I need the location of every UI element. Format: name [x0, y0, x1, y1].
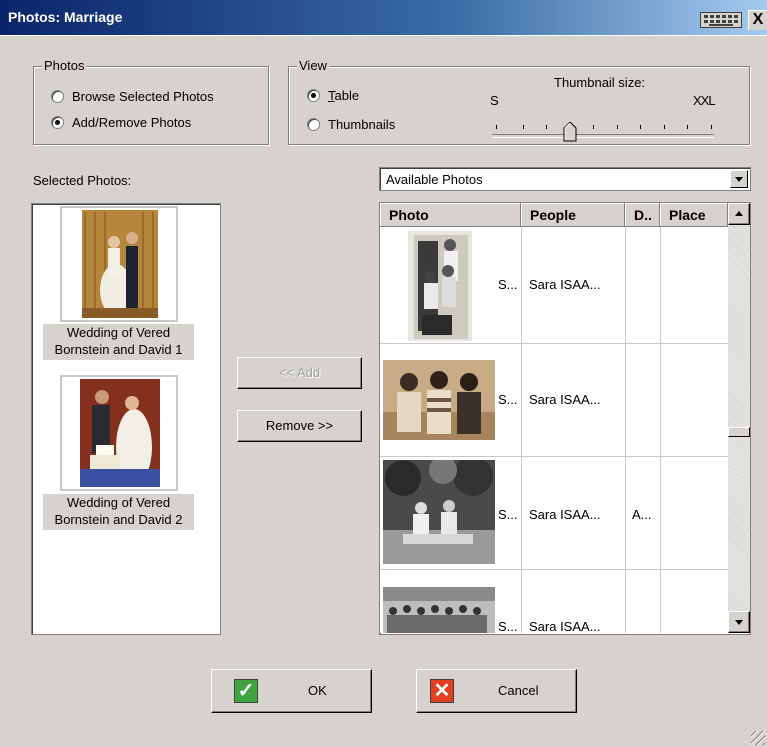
row-people: Sara ISAA... — [529, 507, 601, 522]
row-photo-thumbnail — [408, 231, 472, 341]
thumbnail-size-slider-thumb[interactable] — [563, 122, 577, 142]
column-header-place[interactable]: Place — [660, 203, 728, 227]
size-max-label: XXL — [693, 93, 716, 108]
slider-tick — [593, 125, 594, 129]
caption-line: Wedding of Vered — [66, 325, 171, 340]
ok-label: OK — [308, 683, 327, 698]
keyboard-icon[interactable] — [700, 12, 742, 28]
row-people: Sara ISAA... — [529, 277, 601, 292]
slider-tick — [546, 125, 547, 129]
photos-group-legend: Photos — [42, 58, 87, 73]
row-photo-text: S... — [498, 392, 518, 407]
grid-line — [380, 456, 728, 457]
row-photo-thumbnail — [383, 360, 495, 440]
size-min-label: S — [490, 93, 499, 108]
window-title: Photos: Marriage — [8, 9, 123, 25]
thumbnails-label: Thumbnails — [328, 117, 396, 132]
browse-selected-radio-dot[interactable] — [51, 90, 64, 103]
browse-selected-radio[interactable]: Browse Selected Photos — [51, 89, 214, 104]
selected-caption-2[interactable]: Wedding of Vered Bornstein and David 2 — [43, 494, 194, 530]
row-date: A... — [632, 507, 652, 522]
resize-grip[interactable] — [751, 731, 765, 745]
grid-line — [521, 227, 522, 633]
selected-caption-1[interactable]: Wedding of Vered Bornstein and David 1 — [43, 324, 194, 360]
chevron-up-icon — [735, 211, 743, 216]
photos-group: Photos — [33, 58, 269, 145]
selected-photo-thumb-2[interactable] — [60, 375, 178, 491]
ok-button[interactable]: ✓ OK — [211, 669, 372, 713]
available-photos-combo[interactable]: Available Photos — [379, 167, 751, 191]
add-remove-radio-dot[interactable] — [51, 116, 64, 129]
slider-tick — [496, 125, 497, 129]
selected-photo-thumb-1[interactable] — [60, 206, 178, 322]
grid-line — [380, 343, 728, 344]
scroll-down-button[interactable] — [728, 611, 750, 633]
row-photo-text: S... — [498, 277, 518, 292]
checkmark-icon: ✓ — [234, 679, 258, 703]
thumbnail-size-label: Thumbnail size: — [554, 75, 646, 90]
grid-line — [625, 227, 626, 633]
caption-line: Bornstein and David 1 — [54, 342, 183, 357]
available-photos-grid[interactable]: Photo People D.. Place S... Sara ISAA... — [380, 203, 728, 633]
caption-line: Wedding of Vered — [66, 495, 171, 510]
column-header-photo[interactable]: Photo — [380, 203, 521, 227]
row-people: Sara ISAA... — [529, 619, 601, 633]
wedding-couple-photo — [82, 210, 158, 318]
slider-tick — [523, 125, 524, 129]
slider-tick — [617, 125, 618, 129]
x-icon: ✕ — [430, 679, 454, 703]
table-label: Table — [328, 88, 359, 103]
slider-tick — [711, 125, 712, 129]
view-group-legend: View — [297, 58, 329, 73]
table-vertical-scrollbar[interactable] — [728, 203, 750, 633]
chevron-down-icon — [735, 177, 743, 182]
add-remove-radio[interactable]: Add/Remove Photos — [51, 115, 191, 130]
column-header-people[interactable]: People — [521, 203, 625, 227]
add-button[interactable]: << Add — [237, 357, 362, 389]
thumbnails-radio-dot[interactable] — [307, 118, 320, 131]
close-button[interactable]: X — [748, 10, 767, 30]
title-bar: Photos: Marriage X — [0, 0, 767, 36]
combo-dropdown-button[interactable] — [730, 170, 748, 188]
cake-cutting-photo — [80, 379, 160, 487]
slider-tick — [687, 125, 688, 129]
cancel-label: Cancel — [498, 683, 539, 698]
row-photo-thumbnail — [383, 587, 495, 633]
table-radio[interactable]: Table — [307, 88, 359, 103]
cancel-button[interactable]: ✕ Cancel — [416, 669, 577, 713]
table-radio-dot[interactable] — [307, 89, 320, 102]
row-photo-text: S... — [498, 507, 518, 522]
available-photos-value: Available Photos — [386, 172, 483, 187]
browse-selected-label: Browse Selected Photos — [72, 89, 214, 104]
grid-line — [660, 227, 661, 633]
chevron-down-icon — [735, 620, 743, 625]
remove-button[interactable]: Remove >> — [237, 410, 362, 442]
slider-tick — [640, 125, 641, 129]
add-remove-label: Add/Remove Photos — [72, 115, 192, 130]
selected-photos-list[interactable]: Wedding of Vered Bornstein and David 1 W… — [31, 203, 221, 635]
row-people: Sara ISAA... — [529, 392, 601, 407]
slider-tick — [664, 125, 665, 129]
caption-line: Bornstein and David 2 — [54, 512, 183, 527]
scroll-up-button[interactable] — [728, 203, 750, 225]
grid-line — [380, 569, 728, 570]
table-label-rest: able — [334, 88, 360, 103]
thumbnail-size-track[interactable] — [492, 134, 714, 138]
thumbnails-radio[interactable]: Thumbnails — [307, 117, 395, 132]
column-header-date[interactable]: D.. — [625, 203, 660, 227]
row-photo-thumbnail — [383, 460, 495, 564]
row-photo-text: S... — [498, 619, 518, 633]
scrollbar-thumb[interactable] — [728, 427, 750, 437]
selected-photos-label: Selected Photos: — [33, 173, 132, 188]
